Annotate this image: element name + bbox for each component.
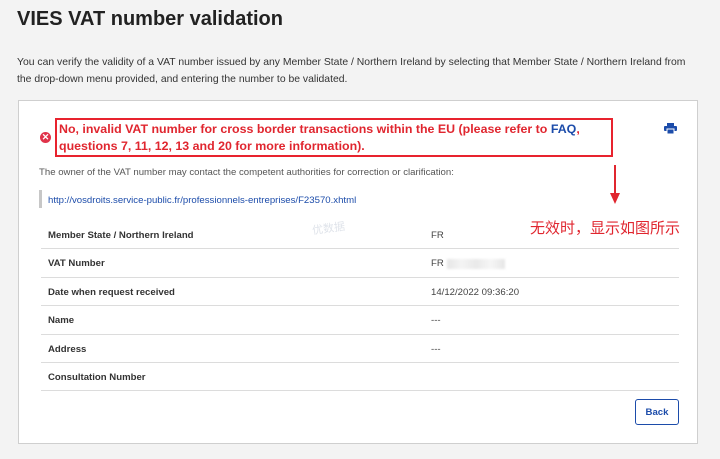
intro-text: You can verify the validity of a VAT num… [17, 57, 686, 85]
row-label: VAT Number [48, 258, 105, 270]
back-button[interactable]: Back [635, 399, 679, 425]
table-row: Date when request received 14/12/2022 09… [41, 278, 679, 307]
page-title: VIES VAT number validation [17, 8, 283, 30]
faq-link[interactable]: FAQ [551, 122, 576, 136]
redacted-number [446, 258, 505, 269]
row-label: Consultation Number [48, 371, 146, 383]
annotation-note: 无效时，显示如图所示 [530, 220, 681, 237]
error-x-icon: ✕ [40, 132, 51, 143]
printer-icon[interactable] [664, 123, 677, 134]
result-card: ✕ No, invalid VAT number for cross borde… [18, 100, 698, 444]
table-row: Consultation Number [41, 363, 679, 392]
row-value: FR [431, 230, 444, 241]
row-label: Member State / Northern Ireland [48, 230, 194, 241]
authority-link[interactable]: http://vosdroits.service-public.fr/profe… [48, 195, 356, 206]
error-prefix: No, invalid VAT number for cross border … [59, 122, 551, 136]
table-row: VAT Number FR [41, 249, 679, 278]
vat-prefix: FR [431, 258, 444, 270]
annotation-arrow-icon [610, 165, 620, 204]
row-label: Address [48, 343, 87, 355]
row-label: Date when request received [48, 286, 175, 298]
owner-note: The owner of the VAT number may contact … [39, 167, 454, 178]
details-table: Member State / Northern Ireland FR VAT N… [41, 221, 679, 392]
row-value: FR [431, 258, 505, 269]
row-label: Name [48, 315, 75, 327]
authority-link-block: http://vosdroits.service-public.fr/profe… [39, 190, 356, 208]
table-row: Name --- [41, 306, 679, 335]
row-value: 14/12/2022 09:36:20 [431, 286, 520, 298]
row-value: --- [431, 315, 441, 327]
table-row: Address --- [41, 335, 679, 363]
row-value: --- [431, 343, 441, 355]
error-message: No, invalid VAT number for cross border … [59, 121, 614, 155]
